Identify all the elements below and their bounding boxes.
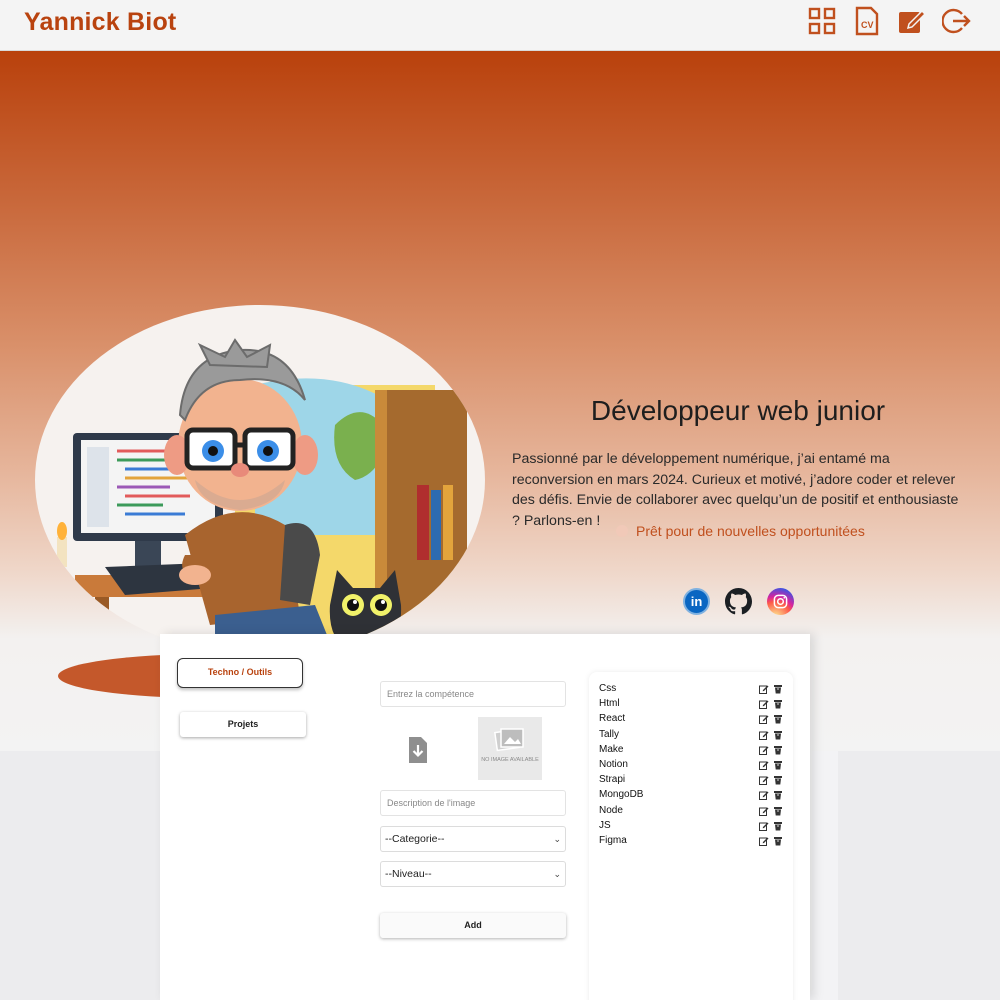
skill-actions [759,730,783,740]
edit-icon[interactable] [759,806,769,816]
skill-name: Notion [599,758,628,770]
instagram-icon[interactable] [767,588,794,615]
linkedin-label: in [690,594,703,609]
list-item: JS [589,818,793,833]
image-preview: NO IMAGE AVAILABLE [478,717,542,780]
trash-icon[interactable] [773,699,783,709]
nav-icon-group: CV [807,6,972,36]
skill-name: React [599,713,626,725]
trash-icon[interactable] [773,821,783,831]
brand-name[interactable]: Yannick Biot [24,8,176,37]
chevron-down-icon: ⌄ [553,869,561,879]
skill-name-input[interactable]: Entrez la compétence [380,681,566,707]
skill-actions [759,775,783,786]
skill-actions [759,836,783,846]
skill-name: MongoDB [599,789,644,801]
trash-icon[interactable] [773,806,783,816]
skill-actions [759,760,783,770]
list-item: Tally [589,727,793,742]
level-select-value: --Niveau-- [385,868,432,880]
level-select[interactable]: --Niveau-- ⌄ [380,861,566,887]
skill-name: Figma [599,834,627,846]
download-icon[interactable] [407,736,429,764]
category-select-value: --Categorie-- [385,833,445,845]
trash-icon[interactable] [773,684,783,694]
edit-icon[interactable] [759,699,769,710]
developer-illustration [35,305,485,655]
status-dot-icon [616,525,628,537]
trash-icon[interactable] [773,790,783,800]
list-item: Make [589,742,793,757]
availability-status: Prêt pour de nouvelles opportunitées [616,523,865,539]
edit-icon[interactable] [759,684,769,694]
skill-actions [759,806,783,816]
page-title: Développeur web junior [590,395,886,426]
edit-icon[interactable] [759,714,769,725]
skill-actions [759,745,783,755]
skill-name: Tally [599,728,620,740]
panel-shadow [810,751,838,1000]
skill-actions [759,821,783,831]
edit-icon[interactable] [759,836,769,846]
trash-icon[interactable] [773,836,783,846]
skill-name: Html [599,698,620,710]
list-item: Css [589,681,793,696]
edit-icon[interactable] [759,745,769,755]
edit-icon[interactable] [897,6,927,36]
list-item: MongoDB [589,787,793,802]
edit-icon[interactable] [759,821,769,831]
trash-icon[interactable] [773,760,783,770]
add-button[interactable]: Add [380,913,566,938]
skill-name: Make [599,743,624,755]
image-description-input[interactable]: Description de l'image [380,790,566,816]
tab-projets[interactable]: Projets [180,712,306,737]
edit-icon[interactable] [759,760,769,770]
edit-icon[interactable] [759,790,769,801]
skill-actions [759,684,783,694]
no-image-label: NO IMAGE AVAILABLE [481,757,539,763]
list-item: Notion [589,757,793,772]
tab-techno-outils[interactable]: Techno / Outils [177,658,303,688]
skill-actions [759,699,783,710]
list-item: React [589,711,793,726]
cv-icon-label: CV [861,20,874,30]
skill-actions [759,714,783,725]
trash-icon[interactable] [773,714,783,724]
skills-list: Css Html React Tally Make Notion Strapi MongoDB… [589,672,793,1000]
status-label: Prêt pour de nouvelles opportunitées [636,523,865,539]
skill-name: Css [599,683,617,694]
list-item: Figma [589,833,793,848]
social-links: in [683,588,794,615]
admin-panel: Techno / Outils Projets Entrez la compét… [160,634,810,1000]
bio-text: Passionné par le développement numérique… [512,451,959,529]
trash-icon[interactable] [773,730,783,740]
skill-actions [759,790,783,801]
logout-icon[interactable] [942,6,972,36]
trash-icon[interactable] [773,745,783,755]
skill-name: JS [599,819,611,831]
edit-icon[interactable] [759,775,769,786]
chevron-down-icon: ⌄ [553,834,561,844]
top-navbar: Yannick Biot CV [0,0,1000,51]
list-item: Html [589,696,793,711]
cv-icon[interactable]: CV [852,6,882,36]
category-select[interactable]: --Categorie-- ⌄ [380,826,566,852]
skill-name: Strapi [599,774,626,786]
skill-name: Node [599,804,623,816]
trash-icon[interactable] [773,775,783,785]
linkedin-icon[interactable]: in [683,588,710,615]
no-image-icon [494,728,524,752]
edit-icon[interactable] [759,730,769,740]
list-item: Node [589,803,793,818]
list-item: Strapi [589,772,793,787]
grid-icon[interactable] [807,6,837,36]
github-icon[interactable] [725,588,752,615]
